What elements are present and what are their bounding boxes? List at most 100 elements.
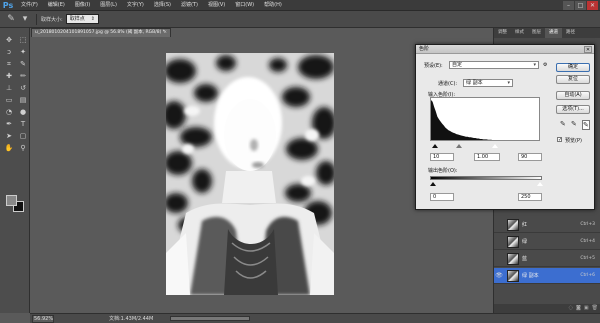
- trash-icon[interactable]: 🗑: [592, 304, 598, 313]
- output-white-slider[interactable]: [537, 182, 543, 186]
- reset-button[interactable]: 复位: [556, 75, 590, 84]
- channel-thumbnail: [507, 252, 519, 265]
- close-document-icon[interactable]: ×: [163, 29, 167, 37]
- eyedropper-tool-icon[interactable]: ✎: [17, 59, 29, 70]
- brush-tool-icon[interactable]: ✏: [17, 71, 29, 82]
- preset-options-icon[interactable]: ⚙: [543, 62, 547, 68]
- tools-panel: ✥ ⬚ ↄ ✦ ⌗ ✎ ✚ ✏ ⊥ ↺ ▭ ▤ ◔ ● ✒ T ➤ ▢ ✋ ⚲: [0, 28, 30, 313]
- ok-button[interactable]: 确定: [556, 63, 590, 72]
- minimize-button[interactable]: –: [563, 1, 574, 10]
- tool-preset-chevron-icon[interactable]: ▾: [18, 13, 32, 25]
- channel-shortcut: Ctrl+6: [580, 273, 595, 278]
- input-gray-field[interactable]: 1.00: [474, 153, 500, 161]
- white-eyedropper-icon[interactable]: ✎: [582, 120, 590, 130]
- tab-layers[interactable]: 图层: [528, 28, 545, 38]
- shape-tool-icon[interactable]: ▢: [17, 131, 29, 142]
- crop-tool-icon[interactable]: ⌗: [3, 59, 15, 70]
- menu-layer[interactable]: 图层(L): [95, 0, 122, 11]
- histogram-area: [431, 100, 493, 140]
- output-white-field[interactable]: 250: [518, 193, 542, 201]
- healing-tool-icon[interactable]: ✚: [3, 71, 15, 82]
- input-white-field[interactable]: 90: [518, 153, 542, 161]
- channel-select[interactable]: 绿 副本 ▾: [463, 79, 513, 87]
- color-swatches[interactable]: [6, 195, 26, 215]
- path-select-tool-icon[interactable]: ➤: [3, 131, 15, 142]
- document-tab[interactable]: u_2018010204101891057.jpg @ 56.8% (阈 副本,…: [31, 28, 171, 37]
- options-divider: [36, 13, 37, 25]
- preset-select[interactable]: 自定 ▾: [449, 61, 539, 69]
- foreground-color-swatch[interactable]: [6, 195, 17, 206]
- channel-row-green-copy[interactable]: 👁 绿 副本 Ctrl+6: [494, 268, 600, 284]
- menu-filter[interactable]: 滤镜(T): [176, 0, 203, 11]
- zoom-tool-icon[interactable]: ⚲: [17, 143, 29, 154]
- channel-row-red[interactable]: 红 Ctrl+3: [494, 217, 600, 233]
- dodge-tool-icon[interactable]: ●: [17, 107, 29, 118]
- load-selection-icon[interactable]: ◌: [569, 304, 573, 313]
- levels-dialog: 色阶 ✕ 预设(E): 自定 ▾ ⚙ 通道(C): 绿 副本 ▾ 输入色阶(I)…: [415, 44, 595, 210]
- eye-icon[interactable]: 👁: [494, 272, 504, 279]
- input-black-field[interactable]: 10: [430, 153, 454, 161]
- document-canvas[interactable]: [166, 53, 334, 295]
- input-gray-slider[interactable]: [456, 144, 462, 148]
- dialog-title: 色阶: [419, 46, 430, 52]
- new-channel-icon[interactable]: ▣: [584, 304, 589, 313]
- options-button[interactable]: 选项(T)...: [556, 105, 590, 114]
- chevron-down-icon: ▾: [507, 80, 510, 86]
- quick-select-tool-icon[interactable]: ✦: [17, 47, 29, 58]
- channel-shortcut: Ctrl+5: [580, 256, 595, 261]
- channel-name: 红: [522, 222, 528, 228]
- window-controls: – □ ✕: [563, 0, 598, 11]
- output-black-field[interactable]: 0: [430, 193, 454, 201]
- menu-file[interactable]: 文件(F): [16, 0, 43, 11]
- sample-size-value: 取样点: [69, 16, 85, 22]
- eraser-tool-icon[interactable]: ▭: [3, 95, 15, 106]
- histogram-chart: [431, 100, 493, 140]
- type-tool-icon[interactable]: T: [17, 119, 29, 130]
- stamp-tool-icon[interactable]: ⊥: [3, 83, 15, 94]
- sample-size-label: 取样大小:: [41, 16, 63, 23]
- menu-edit[interactable]: 编辑(E): [43, 0, 70, 11]
- channel-name: 绿: [522, 239, 528, 245]
- pen-tool-icon[interactable]: ✒: [3, 119, 15, 130]
- menu-select[interactable]: 选择(S): [149, 0, 176, 11]
- auto-button[interactable]: 自动(A): [556, 91, 590, 100]
- save-selection-icon[interactable]: ◙: [576, 304, 581, 313]
- preview-checkbox[interactable]: ✓: [557, 137, 562, 143]
- black-eyedropper-icon[interactable]: ✎: [560, 120, 566, 128]
- channel-row-blue[interactable]: 蓝 Ctrl+5: [494, 251, 600, 267]
- eyedropper-icon[interactable]: ✎: [4, 13, 18, 25]
- hand-tool-icon[interactable]: ✋: [3, 143, 15, 154]
- menu-image[interactable]: 图像(I): [70, 0, 95, 11]
- dialog-title-bar[interactable]: 色阶 ✕: [416, 45, 594, 54]
- menu-window[interactable]: 窗口(W): [230, 0, 259, 11]
- preview-label: 预览(P): [565, 138, 582, 144]
- marquee-tool-icon[interactable]: ⬚: [17, 35, 29, 46]
- lasso-tool-icon[interactable]: ↄ: [3, 47, 15, 58]
- channel-name: 蓝: [522, 256, 528, 262]
- gradient-tool-icon[interactable]: ▤: [17, 95, 29, 106]
- zoom-level-field[interactable]: 56.92%: [32, 314, 54, 323]
- move-tool-icon[interactable]: ✥: [3, 35, 15, 46]
- tab-channels[interactable]: 通道: [545, 28, 562, 38]
- close-app-button[interactable]: ✕: [587, 1, 598, 10]
- horizontal-scrollbar[interactable]: [170, 316, 250, 321]
- maximize-button[interactable]: □: [575, 1, 586, 10]
- photo-image: [166, 53, 334, 295]
- gray-eyedropper-icon[interactable]: ✎: [571, 120, 577, 128]
- tab-adjustments[interactable]: 调整: [494, 28, 511, 38]
- input-black-slider[interactable]: [432, 144, 438, 148]
- sample-size-select[interactable]: 取样点 ⇕: [65, 14, 99, 24]
- output-levels-label: 输出色阶(O):: [428, 168, 458, 174]
- close-icon[interactable]: ✕: [584, 46, 592, 53]
- tab-paths[interactable]: 路径: [562, 28, 579, 38]
- input-white-slider[interactable]: [492, 144, 498, 148]
- history-brush-tool-icon[interactable]: ↺: [17, 83, 29, 94]
- panel-tabs: 调整 样式 图层 通道 路径: [494, 28, 600, 38]
- menu-help[interactable]: 帮助(H): [259, 0, 287, 11]
- channel-row-green[interactable]: 绿 Ctrl+4: [494, 234, 600, 250]
- output-black-slider[interactable]: [430, 182, 436, 186]
- blur-tool-icon[interactable]: ◔: [3, 107, 15, 118]
- tab-styles[interactable]: 样式: [511, 28, 528, 38]
- menu-view[interactable]: 视图(V): [203, 0, 230, 11]
- menu-type[interactable]: 文字(Y): [122, 0, 149, 11]
